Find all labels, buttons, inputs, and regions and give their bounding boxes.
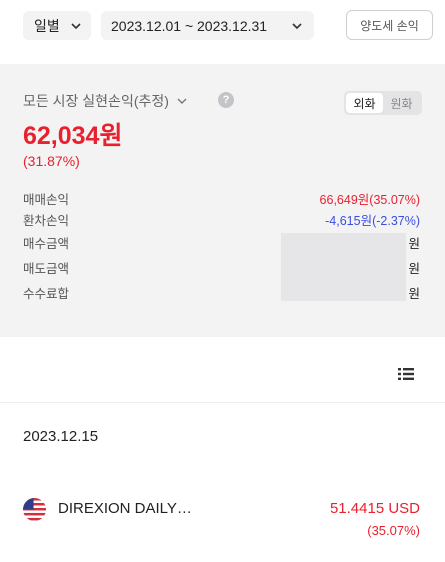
fee-total-row: 수수료합 원: [23, 283, 420, 301]
list-view-icon[interactable]: [398, 367, 414, 381]
date-header: 2023.12.15: [23, 428, 99, 445]
chevron-down-icon: [71, 23, 81, 30]
row-label: 수수료합: [23, 287, 70, 301]
period-label: 일별: [34, 17, 60, 34]
row-value: -4,615원(-2.37%): [325, 214, 420, 228]
us-flag-icon: [23, 498, 46, 521]
row-value: 66,649원(35.07%): [319, 193, 420, 207]
currency-toggle: 외화 원화: [344, 91, 422, 115]
row-label: 매매손익: [23, 193, 70, 207]
row-label: 환차손익: [23, 214, 70, 228]
stock-profit-rate: (35.07%): [367, 523, 420, 538]
capital-gains-tax-button[interactable]: 양도세 손익: [346, 10, 433, 40]
currency-option-foreign[interactable]: 외화: [346, 93, 383, 113]
buy-amount-row: 매수금액 원: [23, 233, 420, 251]
period-select[interactable]: 일별: [23, 11, 91, 40]
row-label: 매도금액: [23, 262, 70, 276]
chevron-down-icon: [177, 98, 187, 104]
date-range-select[interactable]: 2023.12.01 ~ 2023.12.31: [101, 11, 314, 40]
market-select[interactable]: 모든 시장 실현손익(추정): [23, 91, 187, 111]
market-label: 모든 시장 실현손익(추정): [23, 93, 169, 109]
stock-profit-amount: 51.4415 USD: [329, 500, 420, 517]
total-realized-profit: 62,034원: [23, 122, 123, 150]
currency-option-krw[interactable]: 원화: [383, 93, 420, 113]
trading-profit-row: 매매손익 66,649원(35.07%): [23, 189, 420, 207]
sell-amount-row: 매도금액 원: [23, 258, 420, 276]
help-icon[interactable]: ?: [218, 92, 234, 108]
row-value: 원: [408, 237, 420, 251]
row-value: 원: [408, 262, 420, 276]
divider: [0, 402, 445, 403]
tax-button-label: 양도세 손익: [360, 18, 419, 33]
stock-name: DIREXION DAILY…: [58, 500, 192, 517]
list-item[interactable]: DIREXION DAILY… 51.4415 USD (35.07%): [0, 492, 445, 548]
row-label: 매수금액: [23, 237, 70, 251]
profit-summary-panel: 모든 시장 실현손익(추정) ? 외화 원화 62,034원 (31.87%) …: [0, 64, 445, 337]
total-profit-rate: (31.87%): [23, 153, 80, 169]
filter-bar: 일별 2023.12.01 ~ 2023.12.31 양도세 손익: [0, 0, 445, 64]
date-range-label: 2023.12.01 ~ 2023.12.31: [111, 17, 268, 34]
fx-profit-row: 환차손익 -4,615원(-2.37%): [23, 210, 420, 228]
row-value: 원: [408, 287, 420, 301]
chevron-down-icon: [292, 23, 302, 30]
